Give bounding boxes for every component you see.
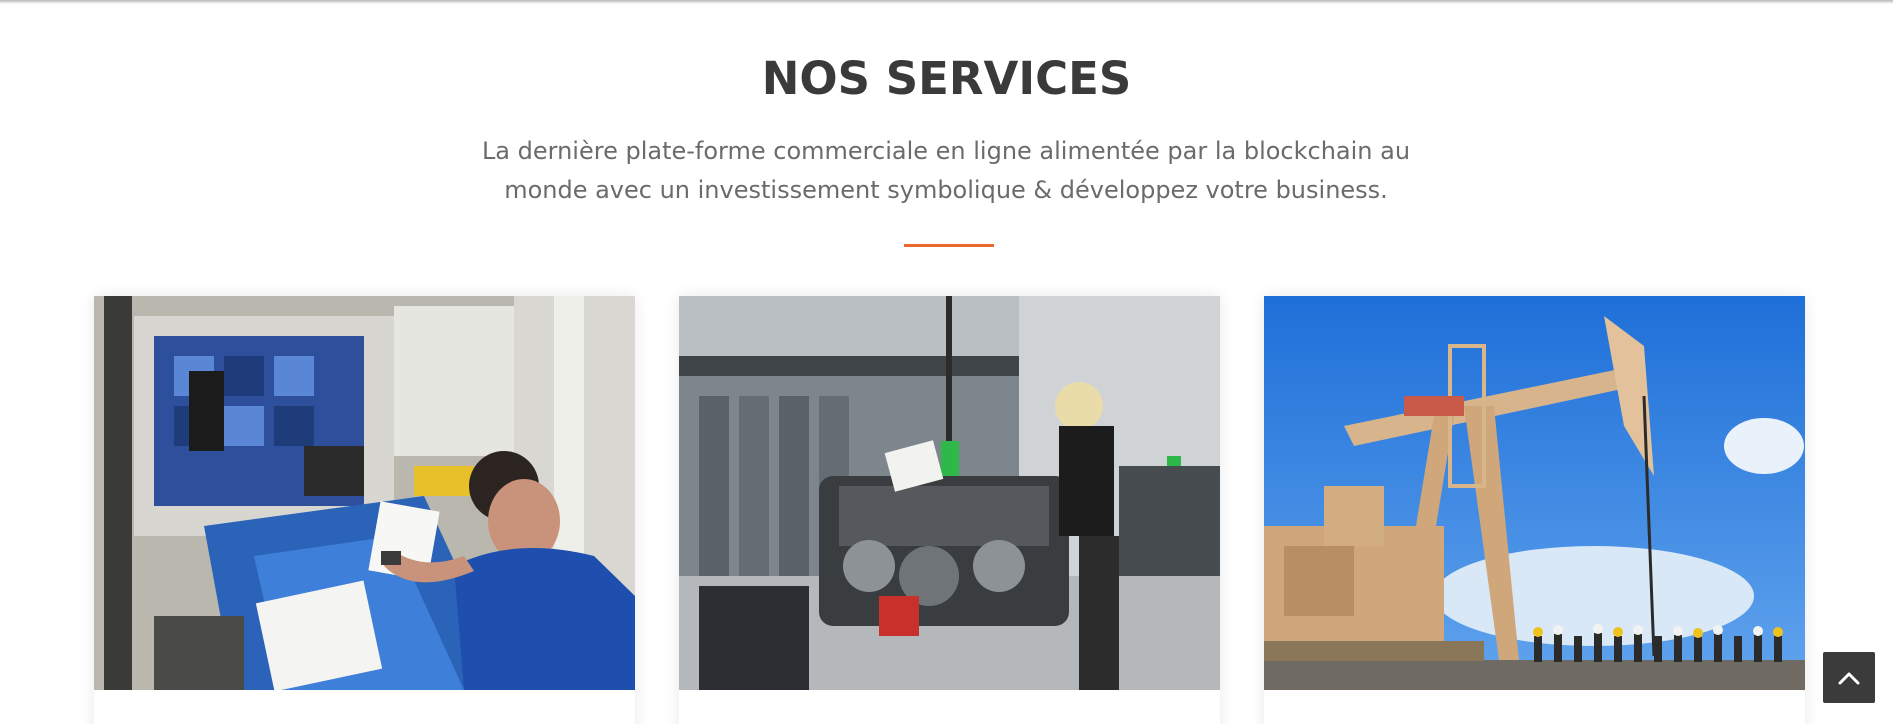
section-title: NOS SERVICES xyxy=(761,52,1132,105)
header-shadow xyxy=(0,0,1893,4)
service-card-1[interactable] xyxy=(94,296,635,724)
scroll-to-top-button[interactable] xyxy=(1823,652,1875,703)
title-divider xyxy=(904,244,994,247)
service-image-engine-factory[interactable] xyxy=(679,296,1220,690)
service-card-2[interactable] xyxy=(679,296,1220,724)
section-subtitle: La dernière plate-forme commerciale en l… xyxy=(481,137,1411,204)
service-image-space-lab[interactable] xyxy=(94,296,635,690)
service-card-3[interactable] xyxy=(1264,296,1805,724)
chevron-up-icon xyxy=(1838,672,1860,684)
service-image-oil-pumpjack[interactable] xyxy=(1264,296,1805,690)
